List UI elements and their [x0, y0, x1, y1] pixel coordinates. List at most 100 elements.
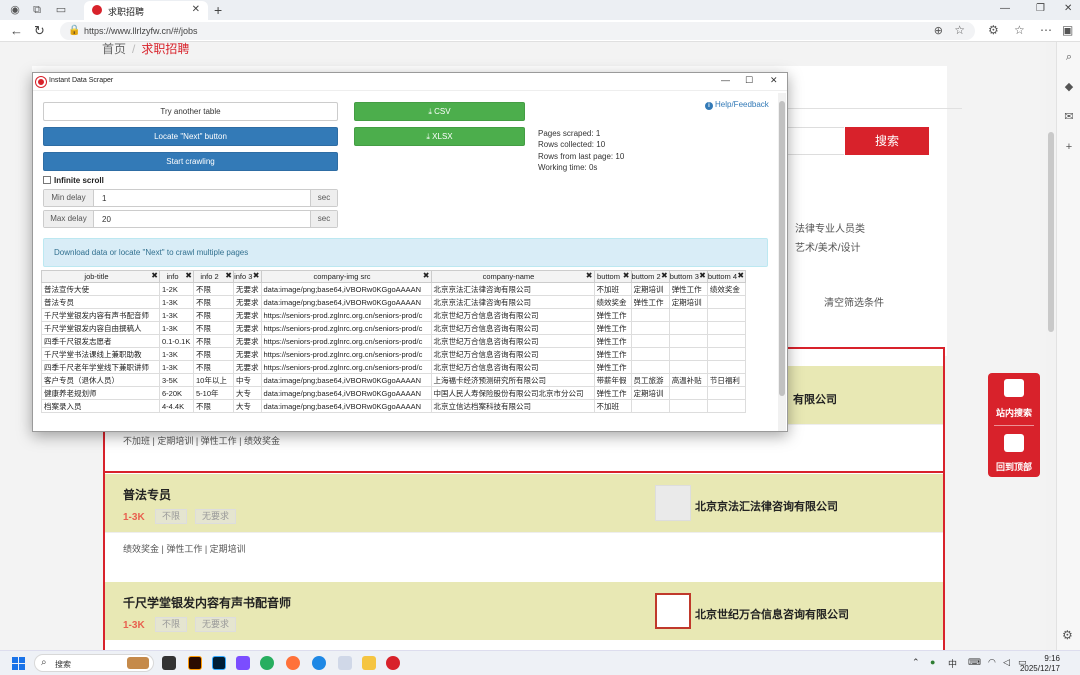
job-card[interactable]: 普法专员 1-3K 不限 无要求 北京京法汇法律咨询有限公司: [105, 474, 943, 532]
restore-icon[interactable]: ❐: [1036, 3, 1045, 14]
help-feedback-link[interactable]: i Help/Feedback: [705, 100, 769, 110]
search-icon[interactable]: ⌕: [1062, 50, 1076, 64]
company-name[interactable]: 有限公司: [793, 391, 837, 407]
windows-start-icon[interactable]: [12, 657, 25, 670]
remove-column-icon[interactable]: ✖: [586, 272, 593, 281]
site-search-label[interactable]: 站内搜索: [988, 406, 1040, 419]
table-column-header[interactable]: buttom 4 ✖: [706, 270, 747, 283]
url-field[interactable]: 🔒 https://www.llrlzyfw.cn/#/jobs ⊕ ☆: [60, 22, 975, 40]
favorites-icon[interactable]: ☆: [1014, 23, 1025, 37]
scrollbar-thumb[interactable]: [779, 101, 785, 396]
company-name[interactable]: 北京世纪万合信息咨询有限公司: [695, 606, 849, 622]
remove-column-icon[interactable]: ✖: [151, 272, 158, 281]
remove-column-icon[interactable]: ✖: [661, 272, 668, 281]
sidebar-toggle-icon[interactable]: ▣: [1062, 23, 1073, 37]
scraper-maximize-icon[interactable]: ☐: [745, 75, 753, 86]
scraper-scrollbar[interactable]: [778, 93, 786, 431]
tray-arrow-icon[interactable]: ⌃: [912, 657, 920, 668]
favorite-star-icon[interactable]: ☆: [954, 23, 965, 37]
company-name[interactable]: 北京京法汇法律咨询有限公司: [695, 498, 838, 514]
download-icon: ⤓: [428, 107, 432, 116]
close-window-icon[interactable]: ✕: [1064, 3, 1072, 14]
site-search-icon[interactable]: [1004, 379, 1024, 397]
scraper-close-icon[interactable]: ✕: [770, 75, 778, 86]
try-another-table-button[interactable]: Try another table: [43, 102, 338, 121]
back-icon[interactable]: ←: [10, 23, 23, 38]
start-crawling-button[interactable]: Start crawling: [43, 152, 338, 171]
scrollbar-thumb[interactable]: [1048, 132, 1054, 332]
table-column-header[interactable]: info 3 ✖: [233, 270, 262, 283]
add-icon[interactable]: +: [1062, 140, 1076, 154]
app-icon[interactable]: [338, 656, 352, 670]
edge-icon[interactable]: [312, 656, 326, 670]
table-column-header[interactable]: buttom 2 ✖: [630, 270, 670, 283]
remove-column-icon[interactable]: ✖: [737, 272, 744, 281]
new-tab-icon[interactable]: +: [214, 2, 222, 18]
job-card[interactable]: 千尺学堂银发内容有声书配音师 1-3K 不限 无要求 北京世纪万合信息咨询有限公…: [105, 582, 943, 640]
tray-ime-icon[interactable]: ⌨: [968, 657, 981, 668]
filter-option-art[interactable]: 艺术/美术/设计: [795, 239, 861, 254]
more-menu-icon[interactable]: ⋯: [1040, 23, 1052, 37]
max-delay-input[interactable]: 20: [102, 215, 111, 224]
csv-download-button[interactable]: ⤓ CSV: [354, 102, 525, 121]
table-column-header[interactable]: company-name ✖: [430, 270, 595, 283]
zoom-icon[interactable]: ⊕: [934, 24, 943, 37]
clear-filters-link[interactable]: 清空筛选条件: [824, 294, 884, 309]
table-column-header[interactable]: info 2 ✖: [193, 270, 234, 283]
min-delay-input[interactable]: 1: [102, 194, 106, 203]
task-view-icon[interactable]: [162, 656, 176, 670]
scraper-titlebar[interactable]: Instant Data Scraper — ☐ ✕: [33, 73, 787, 91]
photoshop-icon[interactable]: [212, 656, 226, 670]
job-tag: 不限: [155, 509, 188, 524]
refresh-icon[interactable]: ↻: [34, 23, 45, 39]
tab-close-icon[interactable]: ✕: [192, 4, 200, 15]
workspaces-icon[interactable]: ⧉: [30, 3, 44, 17]
profile-icon[interactable]: ◉: [8, 3, 22, 17]
file-explorer-icon[interactable]: [362, 656, 376, 670]
illustrator-icon[interactable]: [188, 656, 202, 670]
remove-column-icon[interactable]: ✖: [623, 272, 630, 281]
remove-column-icon[interactable]: ✖: [423, 272, 430, 281]
search-button[interactable]: 搜索: [845, 127, 929, 155]
remove-column-icon[interactable]: ✖: [699, 272, 706, 281]
volume-icon[interactable]: ◁: [1003, 657, 1010, 668]
table-column-header[interactable]: info ✖: [159, 270, 194, 283]
table-column-header[interactable]: job-title ✖: [41, 270, 160, 283]
table-column-header[interactable]: buttom ✖: [593, 270, 632, 283]
minimize-icon[interactable]: —: [1000, 3, 1010, 14]
taskbar-clock[interactable]: 9:16 2025/12/17: [1020, 654, 1060, 674]
wifi-icon[interactable]: ◠: [988, 657, 996, 668]
firefox-icon[interactable]: [286, 656, 300, 670]
remove-column-icon[interactable]: ✖: [225, 272, 232, 281]
data-scraper-taskbar-icon[interactable]: [386, 656, 400, 670]
locate-next-button[interactable]: Locate "Next" button: [43, 127, 338, 146]
taskbar-search[interactable]: ⌕ 搜索: [34, 654, 154, 672]
job-title[interactable]: 普法专员: [123, 486, 171, 503]
table-column-header[interactable]: buttom 3 ✖: [668, 270, 708, 283]
remove-column-icon[interactable]: ✖: [253, 272, 260, 281]
settings-gear-icon[interactable]: ⚙: [1062, 628, 1073, 642]
browser-tab[interactable]: 求职招聘 ✕: [84, 1, 208, 20]
remove-column-icon[interactable]: ✖: [185, 272, 192, 281]
search-highlight-image: [127, 657, 149, 669]
scraper-minimize-icon[interactable]: —: [721, 75, 730, 85]
copilot-icon[interactable]: ◆: [1062, 80, 1076, 94]
table-column-header[interactable]: company-img src ✖: [260, 270, 432, 283]
infinite-scroll-checkbox[interactable]: Infinite scroll: [43, 176, 104, 185]
column-header-label: company-name: [482, 272, 535, 281]
wechat-icon[interactable]: [260, 656, 274, 670]
page-scrollbar[interactable]: [1046, 42, 1056, 650]
input-language[interactable]: 中: [948, 657, 957, 670]
back-to-top-label[interactable]: 回到顶部: [988, 460, 1040, 473]
job-title[interactable]: 千尺学堂银发内容有声书配音师: [123, 594, 291, 611]
back-to-top-icon[interactable]: [1004, 434, 1024, 452]
outlook-icon[interactable]: ✉: [1062, 110, 1076, 124]
checkbox-box[interactable]: [43, 176, 51, 184]
app-icon[interactable]: [236, 656, 250, 670]
extensions-icon[interactable]: ⚙: [988, 23, 999, 37]
tray-app-icon[interactable]: ●: [930, 657, 935, 667]
breadcrumb-home[interactable]: 首页: [102, 42, 126, 56]
xlsx-download-button[interactable]: ⤓ XLSX: [354, 127, 525, 146]
tab-actions-icon[interactable]: ▭: [54, 3, 68, 17]
filter-option-law[interactable]: 法律专业人员类: [795, 220, 865, 235]
